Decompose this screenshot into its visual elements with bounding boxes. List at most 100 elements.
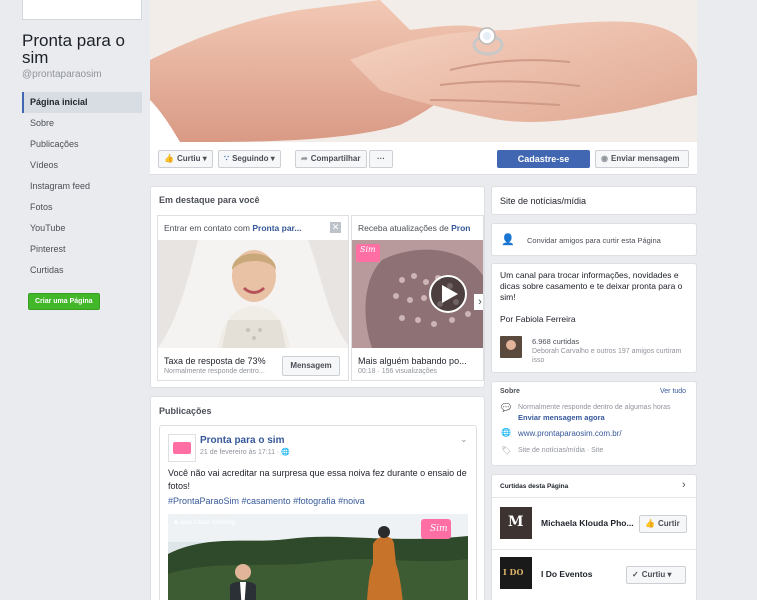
- see-all-link[interactable]: Ver tudo: [660, 388, 686, 395]
- website-link[interactable]: www.prontaparaosim.com.br/: [518, 429, 622, 438]
- video-meta: 00:18 · 156 visualizações: [358, 368, 437, 375]
- action-bar: 👍 Curtiu ▾ ∵ Seguindo ▾ ➦ Compartilhar ··· …: [150, 142, 697, 175]
- page-category[interactable]: Site de notícias/mídia: [500, 196, 586, 206]
- page-handle[interactable]: @prontaparaosim: [22, 69, 102, 80]
- liked-page-avatar[interactable]: M: [500, 507, 532, 539]
- post-card: Pronta para o sim 21 de fevereiro às 17:…: [159, 425, 477, 600]
- updates-card[interactable]: Receba atualizações de Pron Sim › Mais a…: [351, 215, 484, 381]
- messenger-icon: ◉: [601, 154, 608, 163]
- liked-label: Curtiu: [176, 154, 201, 163]
- cover-image: [150, 0, 697, 142]
- post-video-frame: [168, 514, 468, 600]
- sidebar-item-likes[interactable]: Curtidas: [22, 260, 142, 281]
- chevron-down-icon[interactable]: ⌄: [460, 434, 468, 445]
- likes-count: 6.968 curtidas: [532, 337, 580, 346]
- updates-card-prefix: Receba atualizações de: [358, 223, 452, 233]
- tag-icon: 🏷: [501, 446, 512, 455]
- sidebar-item-photos[interactable]: Fotos: [22, 197, 142, 218]
- posts-section: Publicações Pronta para o sim 21 de feve…: [150, 396, 485, 600]
- liked-page-name[interactable]: I Do Eventos: [541, 569, 592, 579]
- page-description: Um canal para trocar informações, novida…: [500, 270, 683, 302]
- about-title: Sobre: [500, 388, 520, 395]
- share-label: Compartilhar: [310, 154, 361, 163]
- invite-friends-link[interactable]: Convidar amigos para curtir esta Página: [527, 236, 661, 245]
- signup-button[interactable]: Cadastre-se: [497, 150, 590, 168]
- category-line[interactable]: Site de notícias/mídia · Site: [518, 447, 603, 454]
- liked-button[interactable]: 👍 Curtiu ▾: [158, 150, 213, 168]
- sidebar-item-instagram[interactable]: Instagram feed: [22, 176, 142, 197]
- divider: [492, 497, 696, 498]
- chat-bubble-icon: 💬: [501, 403, 511, 412]
- check-icon: ✓: [632, 570, 639, 579]
- video-sim-logo: Sim: [430, 524, 448, 534]
- share-icon: ➦: [301, 154, 308, 163]
- post-date[interactable]: 21 de fevereiro às 17:11 · 🌐: [200, 448, 290, 456]
- contact-card-header: Entrar em contato com Pronta par...: [164, 223, 301, 233]
- sidebar-item-youtube[interactable]: YouTube: [22, 218, 142, 239]
- updates-card-header: Receba atualizações de Pron: [358, 223, 470, 233]
- sidebar-item-videos[interactable]: Vídeos: [22, 155, 142, 176]
- post-author-avatar[interactable]: [168, 434, 196, 462]
- page-author: Por Fabiola Ferreira: [500, 314, 576, 324]
- add-friend-icon: 👤: [501, 234, 515, 246]
- chevron-right-icon[interactable]: ›: [474, 294, 483, 310]
- following-button[interactable]: ∵ Seguindo ▾: [218, 150, 281, 168]
- send-message-button[interactable]: ◉ Enviar mensagem: [595, 150, 689, 168]
- rss-icon: ∵: [224, 154, 230, 163]
- liked-page-button[interactable]: ✓ Curtiu ▾: [626, 566, 686, 584]
- contact-card[interactable]: Entrar em contato com Pronta par... ✕ Ta…: [157, 215, 349, 381]
- sidebar-item-about[interactable]: Sobre: [22, 113, 142, 134]
- featured-section: Em destaque para você Entrar em contato …: [150, 186, 485, 388]
- friend-avatar[interactable]: [500, 336, 522, 358]
- chevron-right-icon[interactable]: ›: [682, 479, 686, 491]
- thumbs-up-icon: 👍: [645, 519, 655, 528]
- send-message-now-link[interactable]: Enviar mensagem agora: [518, 413, 605, 422]
- category-card: Site de notícias/mídia: [491, 186, 697, 215]
- thumbs-up-icon: 👍: [164, 154, 174, 163]
- post-date-text: 21 de fevereiro às 17:11 ·: [200, 449, 282, 456]
- video-watermark: ■ Jean Cezar Wedding: [174, 520, 235, 526]
- send-message-label: Enviar mensagem: [610, 154, 680, 163]
- message-button[interactable]: Mensagem: [282, 356, 340, 376]
- response-time: Normalmente responde dentro de algumas h…: [518, 404, 671, 411]
- contact-card-page-link[interactable]: Pronta par...: [252, 223, 301, 233]
- video-title[interactable]: Mais alguém babando po...: [358, 356, 467, 366]
- sidebar-item-posts[interactable]: Publicações: [22, 134, 142, 155]
- close-icon[interactable]: ✕: [330, 222, 341, 233]
- contact-card-prefix: Entrar em contato com: [164, 223, 253, 233]
- posts-title: Publicações: [159, 406, 212, 416]
- video-thumbnail[interactable]: [352, 240, 484, 348]
- more-options-button[interactable]: ···: [369, 150, 393, 168]
- post-text: Você não vai acreditar na surpresa que e…: [168, 468, 467, 491]
- video-watermark-text: Jean Cezar Wedding: [179, 520, 236, 526]
- updates-card-page-link[interactable]: Pron: [451, 223, 470, 233]
- post-hashtags[interactable]: #ProntaParaoSim #casamento #fotografia #…: [168, 496, 365, 506]
- liked-page-avatar[interactable]: I DO: [500, 557, 532, 589]
- share-button[interactable]: ➦ Compartilhar: [295, 150, 367, 168]
- following-label: Seguindo: [232, 154, 269, 163]
- about-summary-card: Um canal para trocar informações, novida…: [491, 263, 697, 373]
- sidebar-item-home[interactable]: Página inicial: [22, 92, 142, 113]
- likes-friends[interactable]: Deborah Carvalho e outros 197 amigos cur…: [532, 347, 682, 365]
- globe-icon: 🌐: [281, 449, 290, 456]
- cover-photo[interactable]: [150, 0, 697, 142]
- divider: [492, 549, 696, 550]
- create-page-button[interactable]: Criar uma Página: [28, 293, 100, 310]
- profile-picture[interactable]: [22, 0, 142, 20]
- bride-photo[interactable]: [158, 240, 349, 348]
- about-card: Sobre Ver tudo 💬 Normalmente responde de…: [491, 381, 697, 466]
- post-video[interactable]: ■ Jean Cezar Wedding Sim: [168, 514, 468, 600]
- response-subtext: Normalmente responde dentro...: [164, 368, 265, 375]
- liked-pages-card: Curtidas desta Página › M Michaela Kloud…: [491, 474, 697, 600]
- like-page-button[interactable]: 👍 Curtir: [639, 515, 687, 533]
- globe-icon: 🌐: [501, 428, 511, 437]
- invite-card[interactable]: 👤 Convidar amigos para curtir esta Págin…: [491, 223, 697, 256]
- sidebar-item-pinterest[interactable]: Pinterest: [22, 239, 142, 260]
- sim-logo: Sim: [360, 245, 376, 254]
- post-author[interactable]: Pronta para o sim: [200, 435, 284, 446]
- liked-page-name[interactable]: Michaela Klouda Pho...: [541, 518, 634, 528]
- page-name[interactable]: Pronta para o sim: [22, 32, 142, 66]
- liked-pages-title: Curtidas desta Página: [500, 483, 569, 490]
- like-page-label: Curtir: [657, 519, 680, 528]
- response-rate: Taxa de resposta de 73%: [164, 356, 266, 366]
